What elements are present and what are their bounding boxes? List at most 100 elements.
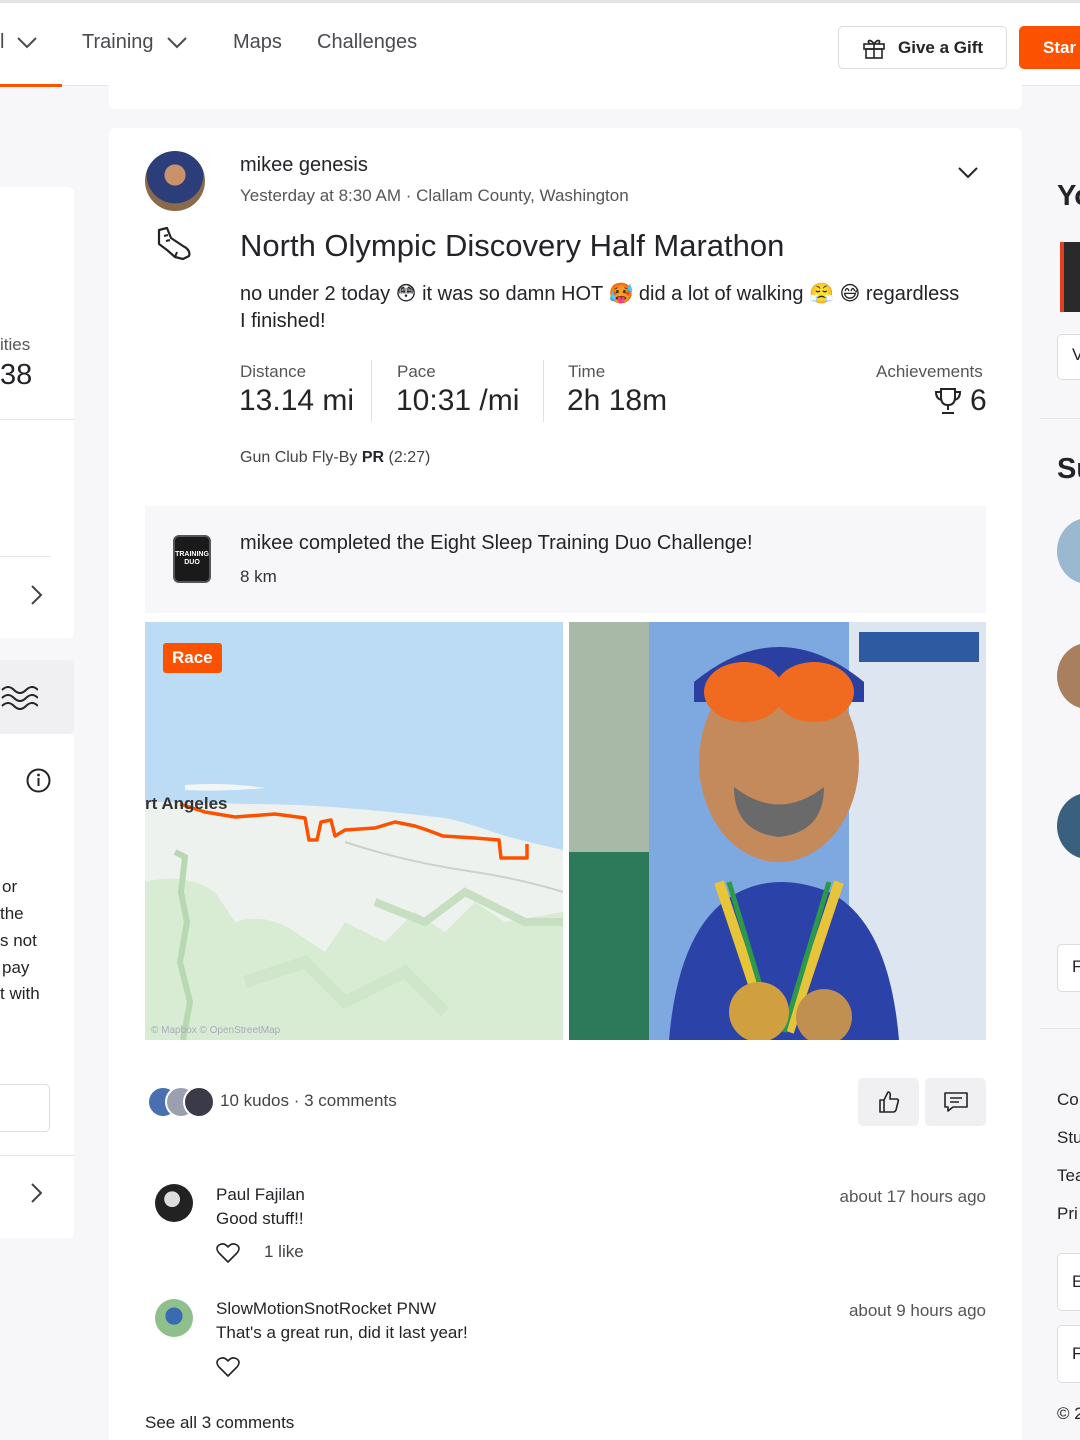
thumbs-up-icon	[878, 1091, 899, 1113]
footer-link[interactable]: Tea	[1057, 1166, 1080, 1186]
give-gift-label: Give a Gift	[898, 37, 984, 57]
challenge-thumbnail[interactable]	[1060, 242, 1080, 312]
segment-pr[interactable]: Gun Club Fly-By PR (2:27)	[240, 449, 430, 467]
copyright: © 2	[1057, 1404, 1080, 1423]
distance-label: Distance	[240, 362, 307, 381]
suggested-athlete-avatar[interactable]	[1057, 643, 1080, 709]
stat-divider	[371, 360, 372, 422]
pace-value: 10:31 /mi	[396, 384, 520, 417]
nav-challenges-label: Challenges	[317, 31, 418, 53]
chevron-down-icon	[17, 36, 38, 48]
right-button[interactable]: F	[1057, 944, 1080, 992]
promo-text-line: s not	[0, 931, 37, 950]
nav-maps-label: Maps	[233, 31, 282, 53]
comment-body: That's a great run, did it last year!	[216, 1323, 468, 1342]
activity-meta: Yesterday at 8:30 AM · Clallam County, W…	[240, 186, 629, 205]
achievements-count: 6	[970, 384, 987, 417]
see-all-comments-link[interactable]: See all 3 comments	[145, 1413, 294, 1433]
divider	[0, 419, 74, 420]
description-line: no under 2 today 😳 it was so damn HOT 🥵 …	[240, 283, 960, 305]
activity-card: mikee genesis Yesterday at 8:30 AM · Cla…	[109, 128, 1022, 1440]
previous-feed-card	[109, 84, 1022, 109]
run-shoe-icon	[157, 226, 191, 261]
promo-button[interactable]	[0, 1084, 50, 1132]
athlete-name[interactable]: mikee genesis	[240, 154, 368, 177]
activity-description: no under 2 today 😳 it was so damn HOT 🥵 …	[240, 281, 1000, 335]
suggested-athlete-avatar[interactable]	[1057, 793, 1080, 859]
gift-icon	[863, 39, 885, 59]
right-heading: Yo	[1057, 180, 1080, 212]
heart-icon[interactable]	[216, 1242, 240, 1264]
comment-icon	[943, 1092, 968, 1112]
route-map[interactable]: rt Angeles Race © Mapbox © OpenStreetMap	[145, 622, 563, 1040]
right-button[interactable]: V	[1057, 334, 1080, 380]
kudos-avatars[interactable]	[147, 1086, 217, 1118]
nav-training-menu[interactable]: Training	[82, 31, 188, 54]
pace-label: Pace	[397, 362, 436, 381]
divider	[0, 1155, 74, 1156]
footer-link[interactable]: Pri	[1057, 1204, 1078, 1224]
divider	[0, 556, 50, 557]
activity-title[interactable]: North Olympic Discovery Half Marathon	[240, 228, 784, 264]
commenter-name[interactable]: SlowMotionSnotRocket PNW	[216, 1299, 436, 1319]
footer-link[interactable]: Stu	[1057, 1128, 1080, 1148]
stat-divider	[543, 360, 544, 422]
race-tag: Race	[163, 643, 222, 673]
activity-photo[interactable]	[569, 622, 986, 1040]
comment-time: about 17 hours ago	[839, 1187, 986, 1206]
challenge-completed-banner[interactable]: TRAINING DUO mikee completed the Eight S…	[145, 506, 986, 613]
heart-icon[interactable]	[216, 1356, 240, 1378]
comment-body: Good stuff!!	[216, 1209, 304, 1228]
chevron-right-icon[interactable]	[30, 1182, 44, 1204]
info-icon[interactable]	[26, 768, 51, 793]
left-profile-card: ities 38	[0, 187, 74, 638]
give-kudos-button[interactable]	[858, 1078, 919, 1126]
segment-name: Gun Club Fly-By	[240, 449, 358, 466]
give-gift-button[interactable]: Give a Gift	[838, 26, 1007, 69]
nav-maps[interactable]: Maps	[233, 31, 282, 54]
comment-button[interactable]	[925, 1078, 986, 1126]
map-graphic	[145, 622, 563, 1040]
waves-icon	[1, 686, 38, 710]
activities-label: ities	[0, 335, 31, 354]
athlete-avatar[interactable]	[145, 151, 205, 211]
nav-challenges[interactable]: Challenges	[317, 31, 417, 54]
start-trial-button[interactable]: Star	[1019, 26, 1080, 69]
footer-link[interactable]: Co	[1057, 1090, 1079, 1110]
commenter-name[interactable]: Paul Fajilan	[216, 1185, 305, 1205]
promo-text-line: or	[2, 877, 18, 896]
comment-like-count[interactable]: 1 like	[264, 1242, 304, 1262]
top-nav: l Training Maps Challenges Give a Gift S…	[0, 0, 1080, 87]
avatar	[183, 1086, 215, 1118]
divider	[1040, 418, 1080, 419]
right-button[interactable]: F	[1057, 1325, 1080, 1383]
nav-training-label: Training	[82, 31, 154, 53]
active-nav-underline	[0, 84, 62, 87]
challenge-badge: TRAINING DUO	[173, 535, 211, 583]
segment-time: (2:27)	[388, 449, 431, 466]
nav-dashboard-menu[interactable]: l	[0, 31, 38, 54]
kudos-comments-count[interactable]: 10 kudos · 3 comments	[220, 1091, 397, 1111]
commenter-avatar[interactable]	[155, 1299, 193, 1337]
promo-text-line: the	[0, 904, 24, 923]
chevron-down-icon[interactable]	[957, 166, 979, 180]
distance-value: 13.14 mi	[239, 384, 355, 417]
left-info-card: or the s not pay t with	[0, 734, 74, 1238]
trophy-icon	[934, 388, 962, 414]
achievements-value[interactable]: 6	[934, 384, 987, 418]
description-line: I finished!	[240, 310, 326, 332]
commenter-avatar[interactable]	[155, 1184, 193, 1222]
promo-text-line: pay	[2, 958, 30, 977]
map-city-label: rt Angeles	[145, 794, 228, 813]
selfie-photo	[569, 622, 986, 1040]
nav-dashboard-label: l	[0, 31, 5, 53]
left-club-card	[0, 660, 74, 734]
suggested-athlete-avatar[interactable]	[1057, 518, 1080, 584]
activities-count: 38	[0, 359, 33, 391]
challenge-distance: 8 km	[240, 567, 277, 586]
chevron-right-icon[interactable]	[30, 584, 44, 606]
map-attribution: © Mapbox © OpenStreetMap	[151, 1025, 281, 1036]
right-button[interactable]: E	[1057, 1253, 1080, 1311]
divider	[1040, 1028, 1080, 1029]
challenge-text: mikee completed the Eight Sleep Training…	[240, 532, 753, 554]
